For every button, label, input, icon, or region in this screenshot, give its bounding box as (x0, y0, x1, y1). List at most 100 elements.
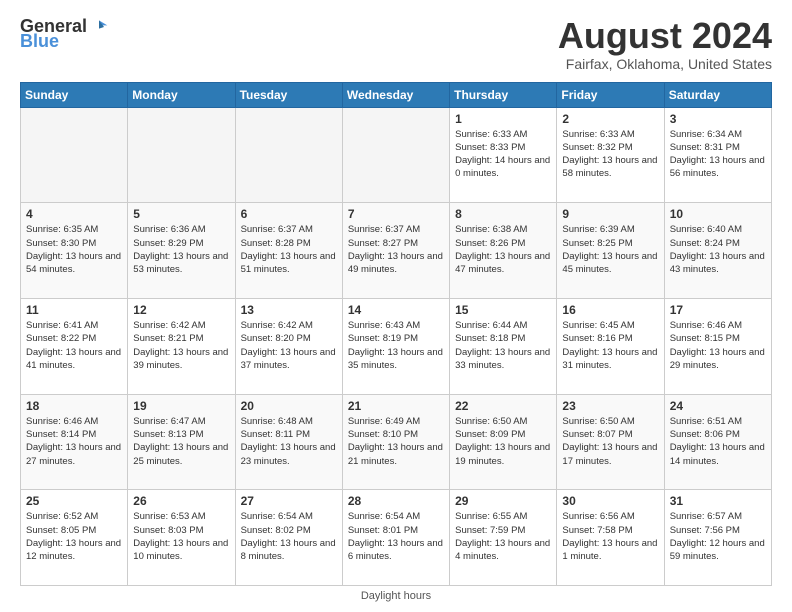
day-info: Sunrise: 6:42 AMSunset: 8:21 PMDaylight:… (133, 319, 229, 372)
table-row: 14 Sunrise: 6:43 AMSunset: 8:19 PMDayligh… (342, 298, 449, 394)
page: General Blue August 2024 Fairfax, Oklaho… (0, 0, 792, 612)
day-number: 5 (133, 207, 229, 221)
calendar-body: 1 Sunrise: 6:33 AMSunset: 8:33 PMDaylight… (21, 107, 772, 585)
day-info: Sunrise: 6:54 AMSunset: 8:01 PMDaylight:… (348, 510, 444, 563)
day-info: Sunrise: 6:36 AMSunset: 8:29 PMDaylight:… (133, 223, 229, 276)
table-row: 29 Sunrise: 6:55 AMSunset: 7:59 PMDayligh… (450, 490, 557, 586)
day-number: 28 (348, 494, 444, 508)
table-row: 10 Sunrise: 6:40 AMSunset: 8:24 PMDayligh… (664, 203, 771, 299)
day-number: 15 (455, 303, 551, 317)
col-friday: Friday (557, 82, 664, 107)
table-row: 6 Sunrise: 6:37 AMSunset: 8:28 PMDaylight… (235, 203, 342, 299)
table-row: 12 Sunrise: 6:42 AMSunset: 8:21 PMDayligh… (128, 298, 235, 394)
day-info: Sunrise: 6:42 AMSunset: 8:20 PMDaylight:… (241, 319, 337, 372)
day-info: Sunrise: 6:37 AMSunset: 8:27 PMDaylight:… (348, 223, 444, 276)
day-number: 29 (455, 494, 551, 508)
table-row: 1 Sunrise: 6:33 AMSunset: 8:33 PMDaylight… (450, 107, 557, 203)
day-info: Sunrise: 6:52 AMSunset: 8:05 PMDaylight:… (26, 510, 122, 563)
day-number: 19 (133, 399, 229, 413)
day-number: 24 (670, 399, 766, 413)
day-info: Sunrise: 6:39 AMSunset: 8:25 PMDaylight:… (562, 223, 658, 276)
day-info: Sunrise: 6:56 AMSunset: 7:58 PMDaylight:… (562, 510, 658, 563)
day-number: 12 (133, 303, 229, 317)
calendar-week-row: 18Sunrise: 6:46 AMSunset: 8:14 PMDayligh… (21, 394, 772, 490)
table-row: 17Sunrise: 6:46 AMSunset: 8:15 PMDayligh… (664, 298, 771, 394)
table-row: 5 Sunrise: 6:36 AMSunset: 8:29 PMDaylight… (128, 203, 235, 299)
location-subtitle: Fairfax, Oklahoma, United States (558, 56, 772, 72)
day-number: 7 (348, 207, 444, 221)
day-info: Sunrise: 6:51 AMSunset: 8:06 PMDaylight:… (670, 415, 766, 468)
day-number: 21 (348, 399, 444, 413)
day-number: 2 (562, 112, 658, 126)
day-info: Sunrise: 6:46 AMSunset: 8:14 PMDaylight:… (26, 415, 122, 468)
day-number: 30 (562, 494, 658, 508)
table-row: 20Sunrise: 6:48 AMSunset: 8:11 PMDayligh… (235, 394, 342, 490)
table-row: 8 Sunrise: 6:38 AMSunset: 8:26 PMDaylight… (450, 203, 557, 299)
table-row: 4Sunrise: 6:35 AMSunset: 8:30 PMDaylight… (21, 203, 128, 299)
daylight-hours-label: Daylight hours (361, 590, 431, 602)
calendar-week-row: 1 Sunrise: 6:33 AMSunset: 8:33 PMDaylight… (21, 107, 772, 203)
table-row: 27 Sunrise: 6:54 AMSunset: 8:02 PMDayligh… (235, 490, 342, 586)
day-number: 3 (670, 112, 766, 126)
day-info: Sunrise: 6:50 AMSunset: 8:07 PMDaylight:… (562, 415, 658, 468)
day-info: Sunrise: 6:38 AMSunset: 8:26 PMDaylight:… (455, 223, 551, 276)
title-area: August 2024 Fairfax, Oklahoma, United St… (558, 16, 772, 72)
col-thursday: Thursday (450, 82, 557, 107)
day-info: Sunrise: 6:46 AMSunset: 8:15 PMDaylight:… (670, 319, 766, 372)
day-info: Sunrise: 6:49 AMSunset: 8:10 PMDaylight:… (348, 415, 444, 468)
logo-blue-text: Blue (20, 31, 59, 52)
day-info: Sunrise: 6:45 AMSunset: 8:16 PMDaylight:… (562, 319, 658, 372)
table-row (21, 107, 128, 203)
day-number: 8 (455, 207, 551, 221)
day-number: 6 (241, 207, 337, 221)
day-number: 14 (348, 303, 444, 317)
table-row (128, 107, 235, 203)
day-info: Sunrise: 6:43 AMSunset: 8:19 PMDaylight:… (348, 319, 444, 372)
table-row: 23 Sunrise: 6:50 AMSunset: 8:07 PMDayligh… (557, 394, 664, 490)
day-info: Sunrise: 6:40 AMSunset: 8:24 PMDaylight:… (670, 223, 766, 276)
day-number: 20 (241, 399, 337, 413)
day-number: 27 (241, 494, 337, 508)
table-row (235, 107, 342, 203)
logo: General Blue (20, 16, 109, 52)
table-row: 2 Sunrise: 6:33 AMSunset: 8:32 PMDaylight… (557, 107, 664, 203)
calendar-header: Sunday Monday Tuesday Wednesday Thursday… (21, 82, 772, 107)
header: General Blue August 2024 Fairfax, Oklaho… (20, 16, 772, 72)
table-row: 28 Sunrise: 6:54 AMSunset: 8:01 PMDayligh… (342, 490, 449, 586)
table-row: 25Sunrise: 6:52 AMSunset: 8:05 PMDayligh… (21, 490, 128, 586)
table-row: 18Sunrise: 6:46 AMSunset: 8:14 PMDayligh… (21, 394, 128, 490)
day-number: 16 (562, 303, 658, 317)
day-info: Sunrise: 6:35 AMSunset: 8:30 PMDaylight:… (26, 223, 122, 276)
day-number: 10 (670, 207, 766, 221)
table-row (342, 107, 449, 203)
table-row: 26Sunrise: 6:53 AMSunset: 8:03 PMDayligh… (128, 490, 235, 586)
day-info: Sunrise: 6:55 AMSunset: 7:59 PMDaylight:… (455, 510, 551, 563)
table-row: 9Sunrise: 6:39 AMSunset: 8:25 PMDaylight… (557, 203, 664, 299)
calendar-week-row: 4Sunrise: 6:35 AMSunset: 8:30 PMDaylight… (21, 203, 772, 299)
day-info: Sunrise: 6:57 AMSunset: 7:56 PMDaylight:… (670, 510, 766, 563)
table-row: 7 Sunrise: 6:37 AMSunset: 8:27 PMDaylight… (342, 203, 449, 299)
day-number: 1 (455, 112, 551, 126)
table-row: 3Sunrise: 6:34 AMSunset: 8:31 PMDaylight… (664, 107, 771, 203)
day-number: 26 (133, 494, 229, 508)
table-row: 11Sunrise: 6:41 AMSunset: 8:22 PMDayligh… (21, 298, 128, 394)
day-info: Sunrise: 6:33 AMSunset: 8:32 PMDaylight:… (562, 128, 658, 181)
day-number: 23 (562, 399, 658, 413)
table-row: 30 Sunrise: 6:56 AMSunset: 7:58 PMDayligh… (557, 490, 664, 586)
table-row: 21 Sunrise: 6:49 AMSunset: 8:10 PMDayligh… (342, 394, 449, 490)
day-number: 11 (26, 303, 122, 317)
col-wednesday: Wednesday (342, 82, 449, 107)
table-row: 31Sunrise: 6:57 AMSunset: 7:56 PMDayligh… (664, 490, 771, 586)
day-info: Sunrise: 6:47 AMSunset: 8:13 PMDaylight:… (133, 415, 229, 468)
day-info: Sunrise: 6:54 AMSunset: 8:02 PMDaylight:… (241, 510, 337, 563)
calendar-week-row: 11Sunrise: 6:41 AMSunset: 8:22 PMDayligh… (21, 298, 772, 394)
table-row: 13Sunrise: 6:42 AMSunset: 8:20 PMDayligh… (235, 298, 342, 394)
day-info: Sunrise: 6:37 AMSunset: 8:28 PMDaylight:… (241, 223, 337, 276)
calendar-table: Sunday Monday Tuesday Wednesday Thursday… (20, 82, 772, 586)
day-info: Sunrise: 6:44 AMSunset: 8:18 PMDaylight:… (455, 319, 551, 372)
logo-bird-icon (89, 17, 109, 37)
day-info: Sunrise: 6:33 AMSunset: 8:33 PMDaylight:… (455, 128, 551, 181)
day-number: 22 (455, 399, 551, 413)
calendar-week-row: 25Sunrise: 6:52 AMSunset: 8:05 PMDayligh… (21, 490, 772, 586)
month-title: August 2024 (558, 16, 772, 56)
